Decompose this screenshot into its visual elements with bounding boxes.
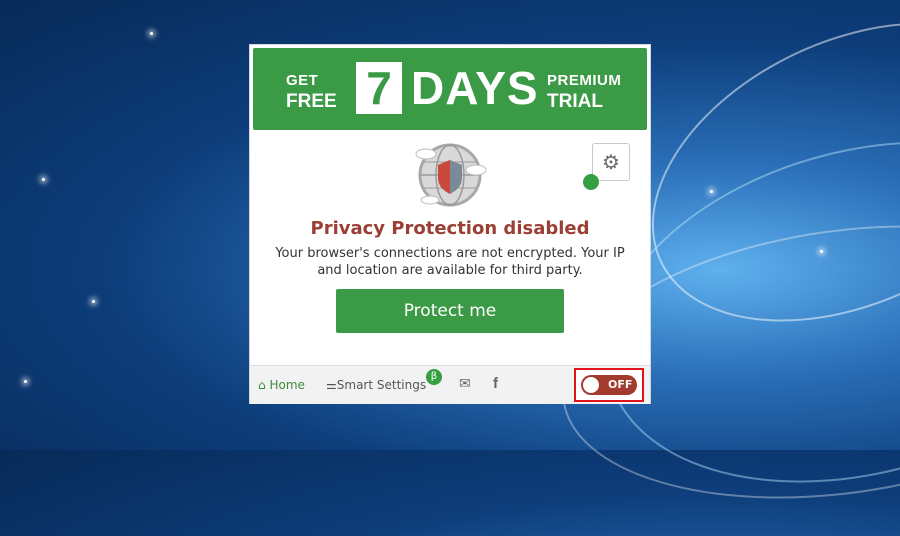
home-icon: ⌂	[258, 378, 266, 392]
facebook-icon[interactable]: f	[493, 375, 498, 392]
mail-icon[interactable]: ✉	[459, 376, 471, 392]
background-star	[820, 250, 823, 253]
background-star	[24, 380, 27, 383]
background-star	[92, 300, 95, 303]
sliders-icon: ⚌	[326, 378, 337, 392]
beta-badge: β	[426, 369, 442, 385]
globe-shield-icon	[410, 140, 490, 210]
home-label: Home	[269, 378, 305, 392]
protect-me-button[interactable]: Protect me	[336, 289, 564, 333]
background-star	[710, 190, 713, 193]
banner-premium-text: PREMIUM	[547, 72, 622, 89]
footer-bar: ⌂ Home ⚌Smart Settings β ✉ f OFF	[250, 365, 650, 404]
protection-toggle[interactable]: OFF	[581, 375, 637, 395]
gear-icon: ⚙	[602, 151, 620, 174]
connection-status-dot	[583, 174, 599, 190]
status-title: Privacy Protection disabled	[310, 218, 590, 239]
banner-get-text: GET	[286, 72, 319, 89]
toggle-state-label: OFF	[608, 378, 633, 391]
background-star	[42, 178, 45, 181]
background-star	[150, 32, 153, 35]
banner-days-text: DAYS	[411, 62, 539, 114]
toggle-highlight-box: OFF	[574, 368, 644, 402]
smart-settings-link[interactable]: ⚌Smart Settings	[326, 378, 426, 392]
trial-banner[interactable]: GET FREE 7 DAYS PREMIUM TRIAL	[253, 48, 647, 130]
settings-button[interactable]: ⚙	[592, 143, 630, 181]
toggle-knob[interactable]	[583, 377, 599, 393]
banner-free-text: FREE	[286, 91, 337, 112]
vpn-extension-popup: GET FREE 7 DAYS PREMIUM TRIAL ⚙ Privacy …	[250, 45, 650, 404]
home-link[interactable]: ⌂ Home	[258, 378, 305, 392]
banner-trial-text: TRIAL	[547, 91, 603, 112]
smart-settings-label: Smart Settings	[336, 378, 427, 392]
banner-number: 7	[356, 62, 402, 114]
status-description: Your browser's connections are not encry…	[275, 246, 625, 278]
